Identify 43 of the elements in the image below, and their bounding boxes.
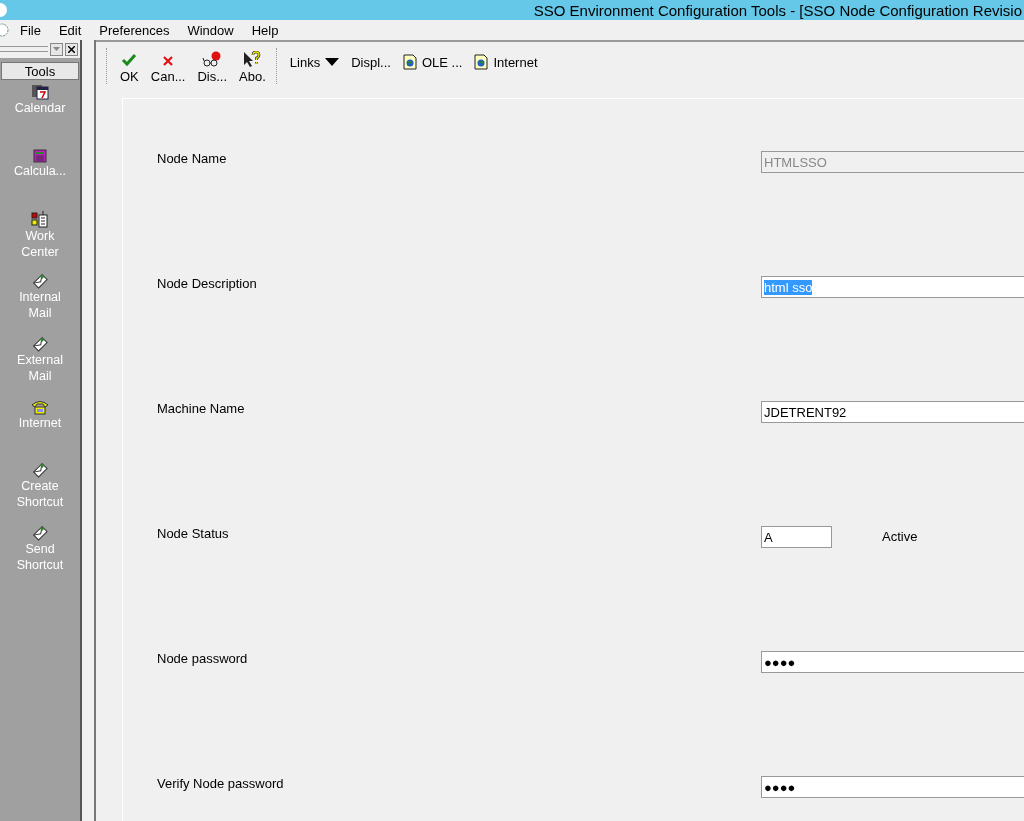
window-title: SSO Environment Configuration Tools - [SSO Node Configuration Revisio	[533, 1, 1022, 19]
toolbar-button[interactable]: Dis...	[191, 48, 234, 84]
checkmark-icon	[121, 53, 138, 67]
help-cursor-icon	[243, 51, 262, 67]
menu-item[interactable]: Help	[242, 22, 288, 38]
input-field[interactable]: ●●●●	[761, 776, 1024, 798]
status-description: Active	[882, 528, 918, 544]
close-button[interactable]	[65, 42, 78, 56]
document-icon	[474, 54, 489, 70]
toolbar-button[interactable]: Can...	[144, 48, 192, 84]
document-icon	[402, 54, 417, 70]
toolbar-link[interactable]: Displ...	[345, 50, 397, 74]
field-label: Machine Name	[157, 401, 246, 416]
menu-item[interactable]: Preferences	[90, 22, 179, 38]
field-label: Node Status	[157, 526, 230, 541]
close-icon	[68, 45, 75, 53]
app-icon	[0, 2, 8, 18]
menu-item[interactable]: File	[11, 22, 50, 38]
telephone-icon	[31, 399, 49, 415]
toolbar-button[interactable]: Abo.	[233, 48, 272, 84]
toolbar-link[interactable]: Links	[283, 50, 346, 74]
calendar-icon	[31, 84, 49, 100]
field-label: Verify Node password	[157, 776, 285, 791]
calculator-icon	[33, 149, 47, 163]
tools-header[interactable]: Tools	[1, 62, 79, 80]
menu-item[interactable]: Edit	[49, 22, 91, 38]
field-label: Node Name	[157, 151, 228, 166]
field-label: Node Description	[157, 276, 258, 291]
glasses-icon	[202, 51, 223, 67]
toolbar-button[interactable]: OK	[114, 48, 145, 84]
building-icon	[31, 210, 49, 228]
caret-icon	[325, 58, 340, 66]
app-icon	[0, 23, 11, 37]
field-label: Node password	[157, 651, 249, 666]
toolbar-link[interactable]: Internet	[468, 50, 544, 74]
sidebar-grip[interactable]	[0, 46, 48, 52]
close-icon	[162, 55, 175, 67]
menu-item[interactable]: Window	[178, 22, 243, 38]
caret-icon	[53, 47, 60, 51]
input-field[interactable]: A	[761, 526, 832, 548]
input-field[interactable]: ●●●●	[761, 651, 1024, 673]
input-field[interactable]: JDETRENT92	[761, 401, 1024, 423]
toolbar-link[interactable]: OLE ...	[396, 50, 469, 74]
